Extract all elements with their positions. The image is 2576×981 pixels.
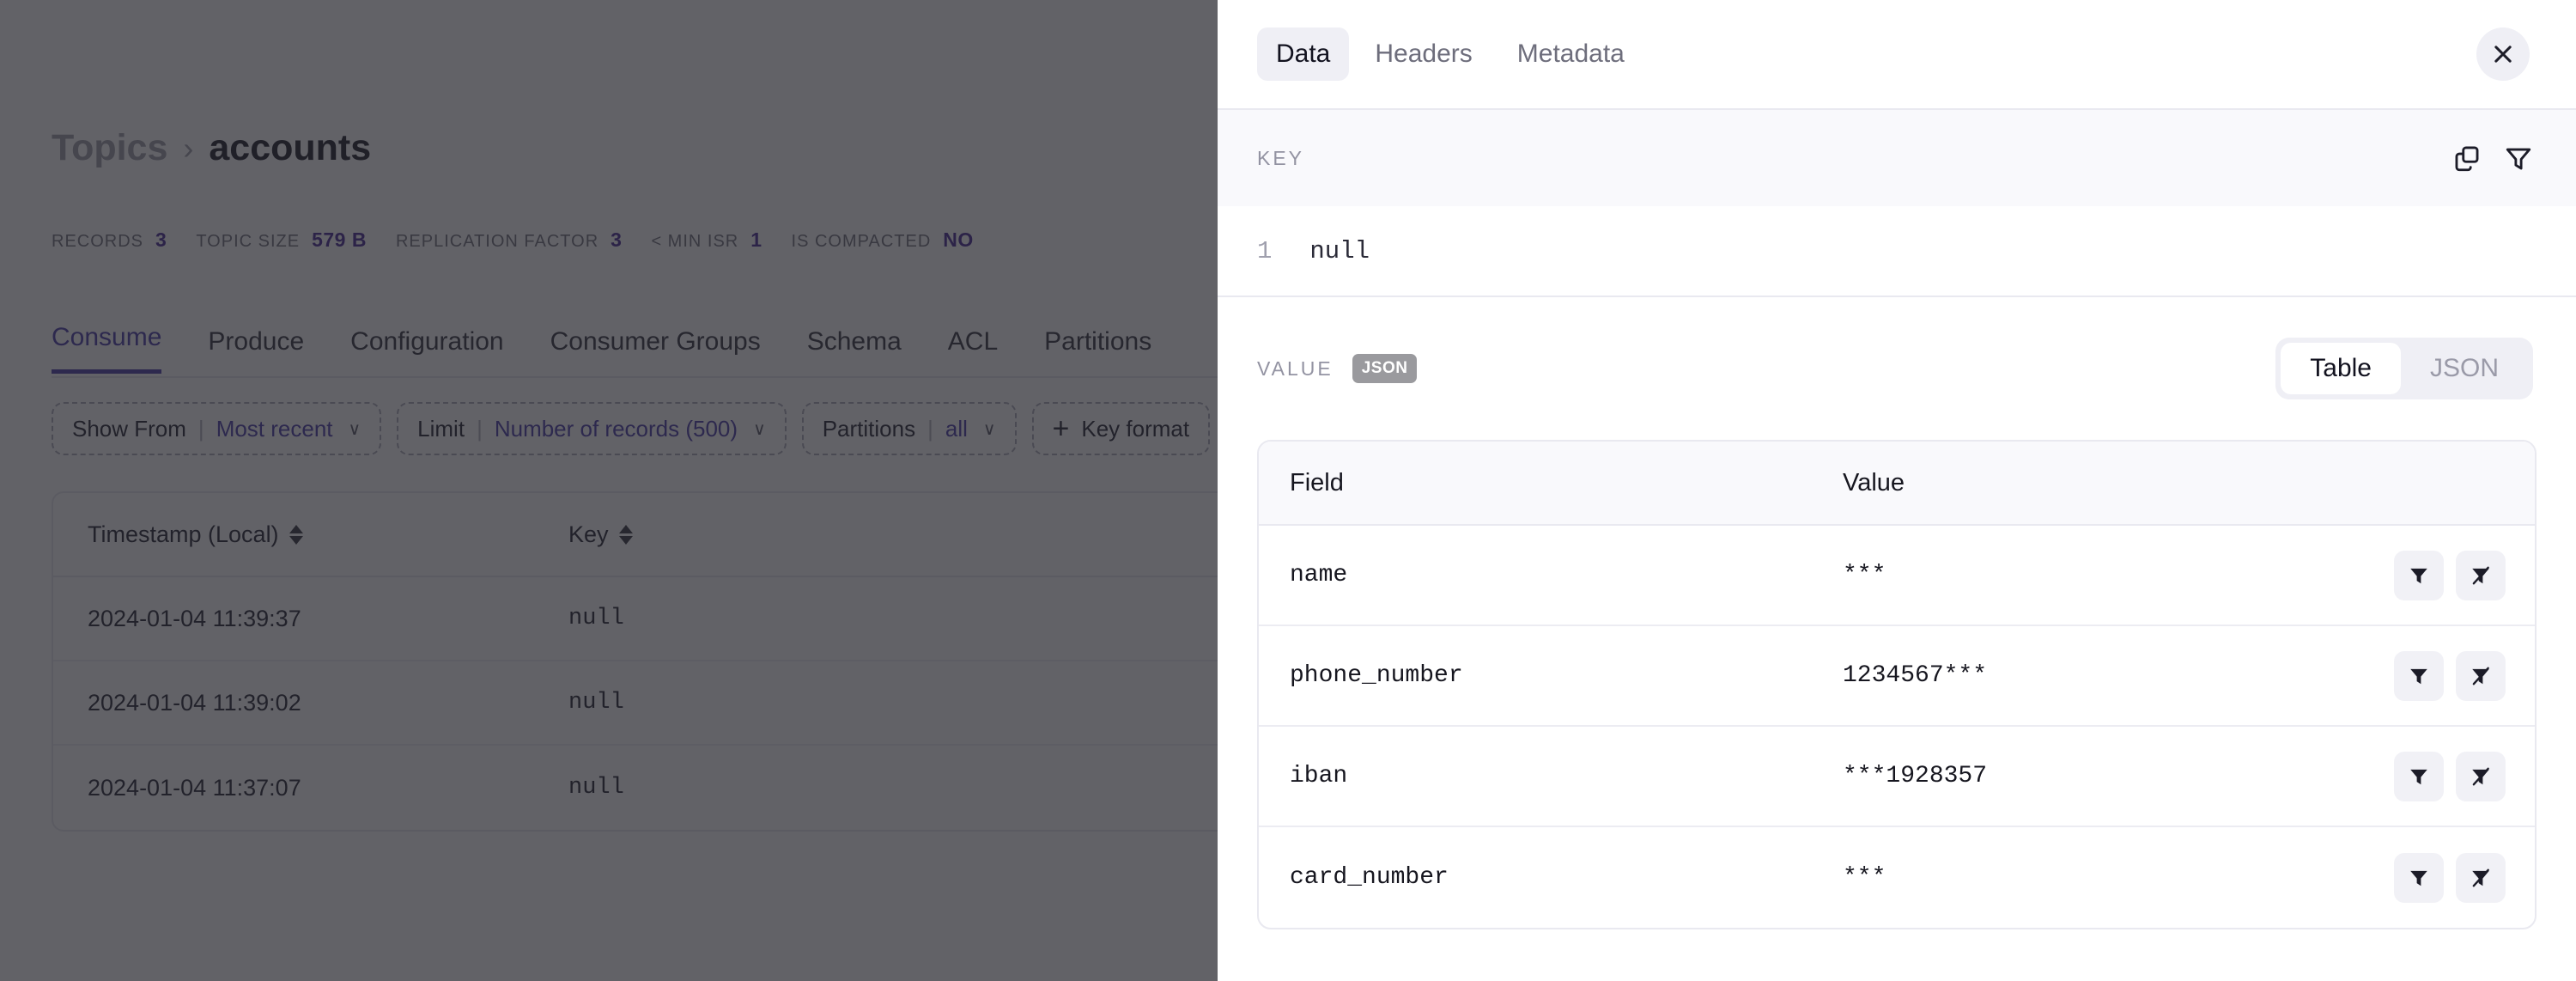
filter-by-field-button[interactable] [2394, 650, 2444, 701]
modal-backdrop[interactable] [0, 0, 1218, 981]
key-line-number: 1 [1257, 236, 1273, 265]
exclude-field-button[interactable] [2456, 852, 2506, 903]
copy-key-button[interactable] [2452, 143, 2482, 173]
value-table-header: Field Value [1259, 442, 2535, 526]
table-row: iban ***1928357 [1259, 727, 2535, 827]
tab-headers[interactable]: Headers [1356, 27, 1491, 81]
close-icon [2494, 46, 2512, 63]
row-actions [2394, 550, 2535, 600]
cell-value: ***1928357 [1843, 763, 1988, 789]
column-header-value: Value [1843, 468, 1905, 497]
key-content: 1 null [1218, 206, 2576, 297]
row-actions [2394, 650, 2535, 701]
key-section-header: KEY [1218, 110, 2576, 206]
view-mode-json[interactable]: JSON [2401, 343, 2528, 394]
tab-metadata[interactable]: Metadata [1498, 27, 1643, 81]
value-format-badge: JSON [1352, 354, 1418, 383]
tab-data[interactable]: Data [1257, 27, 1350, 81]
exclude-field-button[interactable] [2456, 751, 2506, 801]
filter-icon [2410, 668, 2427, 684]
filter-key-button[interactable] [2504, 143, 2533, 173]
value-view-toggle: Table JSON [2275, 338, 2533, 399]
row-actions [2394, 852, 2535, 903]
cell-value: *** [1843, 864, 1886, 891]
cell-field: card_number [1290, 864, 1449, 891]
value-table: Field Value name *** phone_number 123456… [1257, 440, 2537, 929]
table-row: name *** [1259, 526, 2535, 626]
cell-field: name [1290, 562, 1348, 588]
view-mode-table[interactable]: Table [2281, 343, 2401, 394]
exclude-field-button[interactable] [2456, 550, 2506, 600]
record-detail-panel: Data Headers Metadata KEY 1 null VALUE J… [1218, 0, 2576, 981]
exclude-field-button[interactable] [2456, 650, 2506, 701]
filter-off-icon [2472, 767, 2489, 785]
filter-icon [2410, 769, 2427, 784]
copy-icon [2455, 146, 2479, 172]
cell-value: 1234567*** [1843, 662, 1988, 689]
filter-by-field-button[interactable] [2394, 751, 2444, 801]
filter-by-field-button[interactable] [2394, 852, 2444, 903]
row-actions [2394, 751, 2535, 801]
key-value: null [1309, 236, 1370, 265]
cell-field: iban [1290, 763, 1348, 789]
filter-off-icon [2472, 566, 2489, 584]
filter-off-icon [2472, 667, 2489, 685]
column-header-field: Field [1290, 468, 1344, 497]
panel-header: Data Headers Metadata [1218, 0, 2576, 110]
cell-value: *** [1843, 562, 1886, 588]
filter-off-icon [2472, 868, 2489, 887]
cell-field: phone_number [1290, 662, 1463, 689]
key-header-actions [2452, 143, 2533, 173]
value-section-label: VALUE [1257, 356, 1334, 380]
filter-icon [2410, 870, 2427, 886]
filter-by-field-button[interactable] [2394, 550, 2444, 600]
key-section-label: KEY [1257, 146, 1305, 169]
close-button[interactable] [2476, 27, 2530, 81]
filter-icon [2410, 568, 2427, 583]
table-row: phone_number 1234567*** [1259, 626, 2535, 727]
value-section-header: VALUE JSON Table JSON [1218, 297, 2576, 440]
table-row: card_number *** [1259, 827, 2535, 928]
filter-icon [2506, 148, 2531, 170]
key-section: KEY 1 null [1218, 110, 2576, 297]
